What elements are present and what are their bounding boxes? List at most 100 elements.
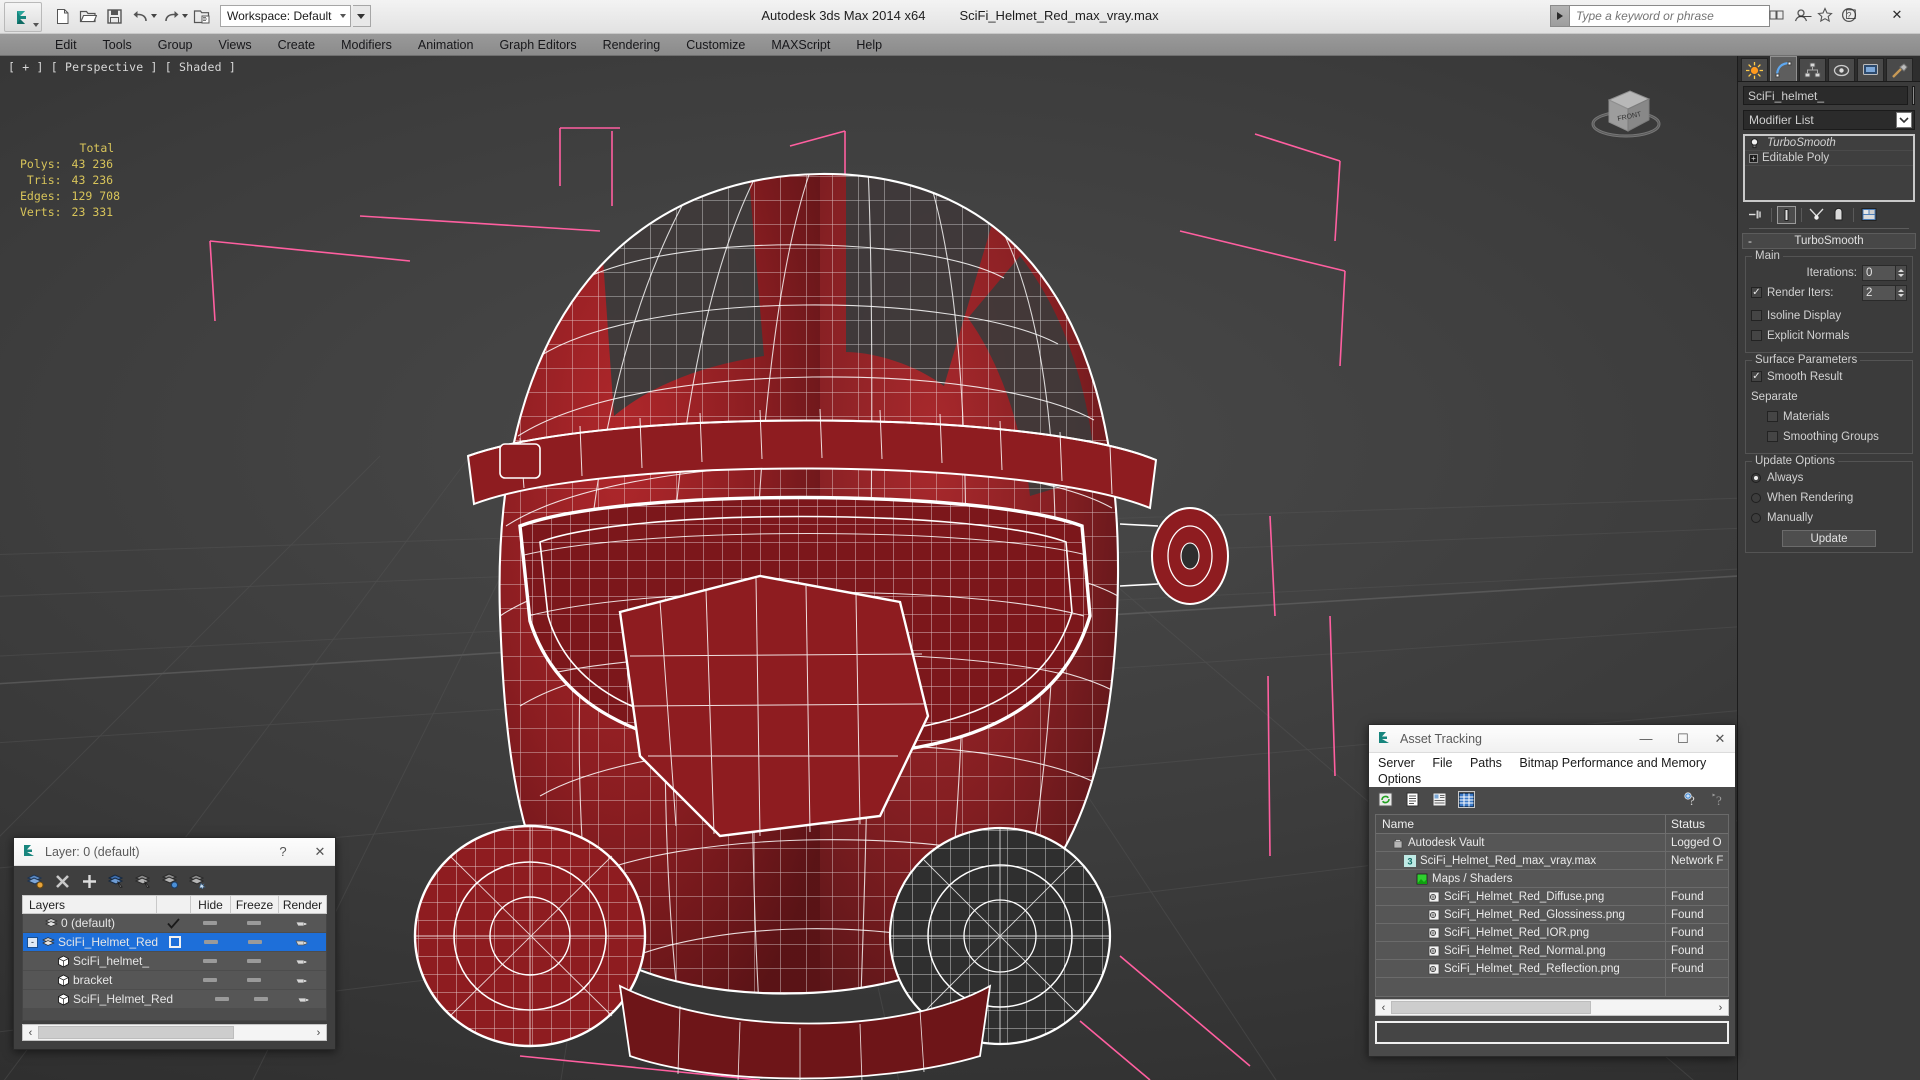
asset-menu-options[interactable]: Options [1378, 772, 1421, 786]
workspace-dropdown-button[interactable] [352, 5, 371, 27]
asset-tracking-close-button[interactable]: ✕ [1705, 725, 1735, 753]
always-radio[interactable] [1751, 472, 1761, 483]
undo-chevron-down-icon[interactable] [151, 14, 157, 18]
layer-freeze-toggle[interactable] [230, 959, 278, 963]
asset-tracking-maximize-button[interactable]: ☐ [1668, 725, 1698, 753]
new-icon[interactable] [50, 4, 74, 28]
asset-menu-file[interactable]: File [1432, 756, 1452, 770]
asset-col-name[interactable]: Name [1376, 815, 1666, 833]
select-objects-in-layer-icon[interactable] [107, 872, 125, 890]
asset-tracking-table[interactable]: Name Status Autodesk Vault Logged O 3 Sc… [1375, 814, 1729, 997]
layer-render-toggle[interactable] [278, 918, 326, 929]
modify-tab[interactable] [1770, 56, 1797, 81]
bulb-icon[interactable] [1749, 137, 1760, 149]
hide-unhide-layers-icon[interactable] [188, 872, 206, 890]
isoline-display-checkbox[interactable] [1751, 310, 1762, 321]
menu-item-animation[interactable]: Animation [405, 34, 487, 56]
grid-view-icon[interactable] [1458, 791, 1475, 808]
layer-render-toggle[interactable] [283, 994, 326, 1005]
asset-row-glossiness[interactable]: SciFi_Helmet_Red_Glossiness.png Found [1376, 906, 1728, 924]
menu-item-edit[interactable]: Edit [42, 34, 90, 56]
modifier-stack-item-editable-poly[interactable]: + Editable Poly [1745, 151, 1913, 166]
render-iters-stepper[interactable] [1862, 284, 1907, 301]
asset-row-ior[interactable]: SciFi_Helmet_Red_IOR.png Found [1376, 924, 1728, 942]
menu-item-tools[interactable]: Tools [90, 34, 145, 56]
hierarchy-tab[interactable] [1799, 58, 1826, 81]
scrollbar-thumb[interactable] [38, 1026, 234, 1039]
layer-freeze-toggle[interactable] [230, 978, 278, 982]
undo-icon[interactable] [128, 4, 152, 28]
menu-item-customize[interactable]: Customize [673, 34, 758, 56]
make-unique-icon[interactable] [1807, 206, 1826, 224]
spinner-arrows-icon[interactable] [1896, 284, 1907, 301]
asset-col-status[interactable]: Status [1666, 815, 1728, 833]
layer-row-object-scifi-helmet-red[interactable]: SciFi_Helmet_Red [23, 990, 326, 1009]
object-color-swatch[interactable] [1912, 86, 1915, 105]
asset-row-reflection[interactable]: SciFi_Helmet_Red_Reflection.png Found [1376, 960, 1728, 978]
layer-row-object-scifi-helmet[interactable]: SciFi_helmet_ [23, 952, 326, 971]
delete-layer-icon[interactable] [53, 872, 71, 890]
layer-active-check[interactable] [158, 936, 192, 948]
menu-item-create[interactable]: Create [265, 34, 329, 56]
materials-checkbox[interactable] [1767, 411, 1778, 422]
help-icon[interactable]: ? [1710, 791, 1727, 808]
save-icon[interactable] [102, 4, 126, 28]
display-tab[interactable] [1857, 58, 1884, 81]
layer-table-body[interactable]: 0 (default) - SciFi_Helmet_Red SciFi_hel… [22, 914, 327, 1021]
modifier-stack-item-turbosmooth[interactable]: TurboSmooth [1745, 136, 1913, 151]
detail-view-icon[interactable] [1431, 791, 1448, 808]
layer-render-toggle[interactable] [278, 975, 326, 986]
configure-modifier-sets-icon[interactable] [1859, 206, 1878, 224]
menu-item-help[interactable]: Help [843, 34, 895, 56]
minimize-button[interactable]: — [1782, 0, 1828, 30]
asset-menu-server[interactable]: Server [1378, 756, 1415, 770]
layer-row-object-bracket[interactable]: bracket [23, 971, 326, 990]
iterations-stepper[interactable] [1862, 264, 1907, 281]
layer-freeze-toggle[interactable] [240, 997, 283, 1001]
render-iters-checkbox[interactable] [1751, 287, 1762, 298]
help-add-icon[interactable]: ? [1683, 791, 1700, 808]
layer-hide-toggle[interactable] [190, 978, 230, 982]
asset-row-diffuse[interactable]: SciFi_Helmet_Red_Diffuse.png Found [1376, 888, 1728, 906]
layer-horizontal-scrollbar[interactable]: ‹ › [22, 1024, 327, 1041]
open-icon[interactable] [76, 4, 100, 28]
modifier-stack[interactable]: TurboSmooth + Editable Poly [1743, 134, 1915, 202]
redo-chevron-down-icon[interactable] [182, 14, 188, 18]
project-folder-icon[interactable] [190, 4, 214, 28]
utilities-tab[interactable] [1886, 58, 1913, 81]
layer-row-scifi-helmet-red[interactable]: - SciFi_Helmet_Red [23, 933, 326, 952]
asset-menu-bitmap-performance[interactable]: Bitmap Performance and Memory [1519, 756, 1706, 770]
update-button[interactable]: Update [1782, 530, 1876, 547]
scroll-left-icon[interactable]: ‹ [23, 1027, 38, 1039]
render-iters-input[interactable] [1862, 284, 1896, 301]
select-highlighted-objects-icon[interactable] [134, 872, 152, 890]
close-button[interactable]: ✕ [1874, 0, 1920, 30]
asset-row-max-file[interactable]: 3 SciFi_Helmet_Red_max_vray.max Network … [1376, 852, 1728, 870]
asset-row-maps-shaders[interactable]: Maps / Shaders [1376, 870, 1728, 888]
asset-horizontal-scrollbar[interactable]: ‹ › [1375, 999, 1729, 1016]
layer-hide-toggle[interactable] [190, 959, 230, 963]
create-tab[interactable] [1741, 58, 1768, 81]
remove-modifier-icon[interactable] [1829, 206, 1848, 224]
add-selection-icon[interactable] [80, 872, 98, 890]
search-expand-icon[interactable] [1550, 5, 1570, 27]
asset-tracking-minimize-button[interactable]: — [1631, 725, 1661, 753]
layer-active-check[interactable] [156, 917, 190, 929]
explicit-normals-checkbox[interactable] [1751, 330, 1762, 341]
manually-radio[interactable] [1751, 512, 1761, 523]
rollout-header[interactable]: - TurboSmooth [1742, 233, 1916, 249]
layer-render-toggle[interactable] [279, 937, 326, 948]
layer-freeze-toggle[interactable] [230, 921, 278, 925]
asset-row-autodesk-vault[interactable]: Autodesk Vault Logged O [1376, 834, 1728, 852]
menu-item-group[interactable]: Group [145, 34, 206, 56]
create-new-layer-icon[interactable] [26, 872, 44, 890]
menu-item-views[interactable]: Views [205, 34, 264, 56]
layer-dialog[interactable]: Layer: 0 (default) ? ✕ Layers Hide Freez… [13, 837, 336, 1050]
asset-row-normal[interactable]: SciFi_Helmet_Red_Normal.png Found [1376, 942, 1728, 960]
menu-item-maxscript[interactable]: MAXScript [758, 34, 843, 56]
search-box[interactable] [1550, 5, 1770, 27]
list-view-icon[interactable] [1404, 791, 1421, 808]
layer-freeze-toggle[interactable] [231, 940, 278, 944]
menu-item-modifiers[interactable]: Modifiers [328, 34, 405, 56]
show-end-result-icon[interactable] [1777, 205, 1796, 224]
